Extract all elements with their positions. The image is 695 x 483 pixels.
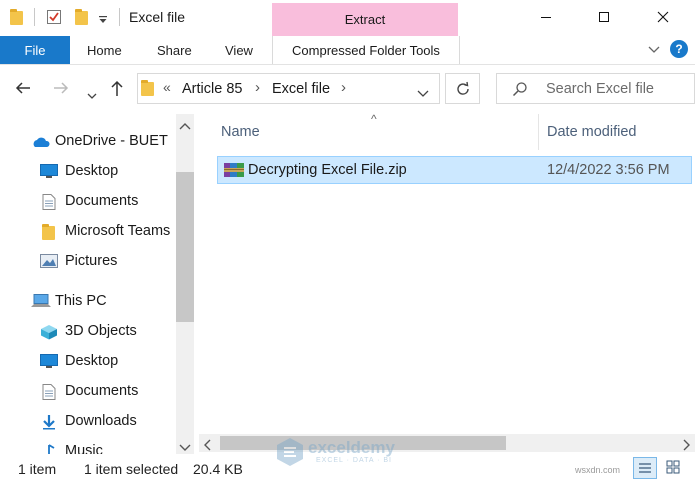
customize-dropdown-icon[interactable] bbox=[98, 12, 114, 28]
file-date-modified: 12/4/2022 3:56 PM bbox=[547, 162, 670, 178]
ribbon-collapse-icon[interactable] bbox=[647, 42, 661, 59]
scroll-up-chevron-icon[interactable] bbox=[179, 119, 191, 135]
music-icon bbox=[44, 444, 56, 454]
nav-item-music[interactable]: Music bbox=[0, 436, 176, 454]
nav-item-label: Desktop bbox=[65, 163, 119, 179]
nav-item-pictures[interactable]: Pictures bbox=[0, 246, 176, 276]
divider bbox=[34, 8, 35, 26]
nav-item-label: Pictures bbox=[65, 253, 118, 269]
this-pc-icon bbox=[31, 294, 51, 311]
search-input[interactable]: Search Excel file bbox=[496, 73, 695, 104]
nav-item-label: Desktop bbox=[65, 353, 119, 369]
nav-item-label: Microsoft Teams bbox=[65, 223, 171, 239]
tab-home[interactable]: Home bbox=[87, 43, 122, 58]
nav-item-onedrive[interactable]: OneDrive - BUET bbox=[0, 126, 176, 156]
folder-icon bbox=[42, 224, 55, 240]
forward-arrow-icon[interactable] bbox=[52, 79, 70, 102]
file-row[interactable]: Decrypting Excel File.zip 12/4/2022 3:56… bbox=[217, 156, 692, 184]
details-view-button[interactable] bbox=[633, 457, 657, 479]
details-view-icon bbox=[639, 463, 651, 473]
nav-item-documents-pc[interactable]: Documents bbox=[0, 376, 176, 406]
nav-item-label: Documents bbox=[65, 193, 139, 209]
help-icon[interactable]: ? bbox=[670, 40, 688, 58]
nav-item-documents[interactable]: Documents bbox=[0, 186, 176, 216]
up-arrow-icon[interactable] bbox=[109, 79, 125, 103]
nav-item-desktop-pc[interactable]: Desktop bbox=[0, 346, 176, 376]
nav-item-downloads[interactable]: Downloads bbox=[0, 406, 176, 436]
breadcrumb-separator[interactable]: › bbox=[255, 79, 260, 96]
downloads-icon bbox=[42, 414, 56, 433]
refresh-icon bbox=[456, 81, 469, 95]
tab-label: Compressed Folder Tools bbox=[292, 43, 440, 58]
tab-view[interactable]: View bbox=[225, 43, 253, 58]
sort-ascending-indicator: ^ bbox=[371, 112, 377, 126]
divider bbox=[119, 8, 120, 26]
nav-item-label: This PC bbox=[55, 293, 107, 309]
large-icons-view-button[interactable] bbox=[662, 457, 686, 479]
minimize-button[interactable] bbox=[516, 0, 576, 34]
search-placeholder: Search Excel file bbox=[546, 81, 654, 97]
nav-item-label: Music bbox=[65, 443, 103, 454]
nav-item-this-pc[interactable]: This PC bbox=[0, 286, 176, 316]
address-history-chevron-icon[interactable] bbox=[417, 85, 429, 101]
column-header-date-modified[interactable]: Date modified bbox=[547, 124, 636, 140]
file-tab[interactable]: File bbox=[0, 36, 70, 64]
nav-item-label: 3D Objects bbox=[65, 323, 137, 339]
exceldemy-watermark: exceldemy EXCEL · DATA · BI bbox=[276, 436, 426, 468]
column-header-name[interactable]: Name bbox=[221, 124, 260, 140]
nav-item-label: OneDrive - BUET bbox=[55, 133, 168, 149]
nav-pane-scrollbar-thumb[interactable] bbox=[176, 172, 194, 322]
documents-icon bbox=[42, 384, 56, 403]
status-selection: 1 item selected bbox=[84, 461, 179, 477]
tab-share[interactable]: Share bbox=[157, 43, 192, 58]
maximize-button[interactable] bbox=[574, 0, 634, 34]
scroll-down-chevron-icon[interactable] bbox=[179, 439, 191, 455]
nav-item-desktop[interactable]: Desktop bbox=[0, 156, 176, 186]
winrar-archive-icon bbox=[224, 162, 244, 181]
watermark-brand: exceldemy bbox=[308, 438, 395, 457]
nav-item-label: Documents bbox=[65, 383, 139, 399]
breadcrumb-overflow[interactable]: « bbox=[163, 79, 171, 95]
desktop-icon bbox=[40, 164, 58, 181]
new-folder-icon[interactable] bbox=[75, 9, 91, 25]
column-divider[interactable] bbox=[538, 114, 539, 150]
watermark-tagline: EXCEL · DATA · BI bbox=[316, 457, 392, 464]
desktop-icon bbox=[40, 354, 58, 371]
documents-icon bbox=[42, 194, 56, 213]
nav-item-microsoft-teams[interactable]: Microsoft Teams bbox=[0, 216, 176, 246]
corner-watermark: wsxdn.com bbox=[575, 465, 621, 475]
status-size: 20.4 KB bbox=[193, 461, 243, 477]
search-icon bbox=[512, 81, 528, 100]
address-bar[interactable]: « Article 85 › Excel file › bbox=[137, 73, 440, 104]
back-arrow-icon[interactable] bbox=[14, 79, 32, 102]
context-tab-group-label: Extract bbox=[344, 12, 386, 27]
properties-checkmark-icon[interactable] bbox=[46, 9, 62, 25]
folder-icon bbox=[10, 9, 26, 25]
folder-icon bbox=[141, 80, 154, 96]
onedrive-cloud-icon bbox=[30, 135, 50, 151]
exceldemy-logo-icon bbox=[277, 438, 303, 466]
window-title: Excel file bbox=[129, 9, 186, 25]
scroll-right-chevron-icon[interactable] bbox=[681, 438, 691, 454]
status-item-count: 1 item bbox=[18, 461, 57, 477]
large-icons-view-icon bbox=[666, 460, 680, 474]
3d-objects-icon bbox=[40, 324, 58, 343]
scroll-left-chevron-icon[interactable] bbox=[203, 438, 213, 454]
breadcrumb-item-excel-file[interactable]: Excel file bbox=[272, 81, 330, 97]
file-name: Decrypting Excel File.zip bbox=[248, 162, 407, 178]
breadcrumb-item-article-85[interactable]: Article 85 bbox=[182, 81, 242, 97]
pictures-icon bbox=[40, 254, 58, 271]
refresh-button[interactable] bbox=[445, 73, 480, 104]
close-button[interactable] bbox=[633, 0, 693, 34]
nav-item-label: Downloads bbox=[65, 413, 137, 429]
breadcrumb-separator[interactable]: › bbox=[341, 79, 346, 96]
tab-compressed-folder-tools[interactable]: Compressed Folder Tools bbox=[272, 36, 460, 64]
recent-locations-chevron-icon[interactable] bbox=[87, 83, 97, 106]
nav-item-3d-objects[interactable]: 3D Objects bbox=[0, 316, 176, 346]
